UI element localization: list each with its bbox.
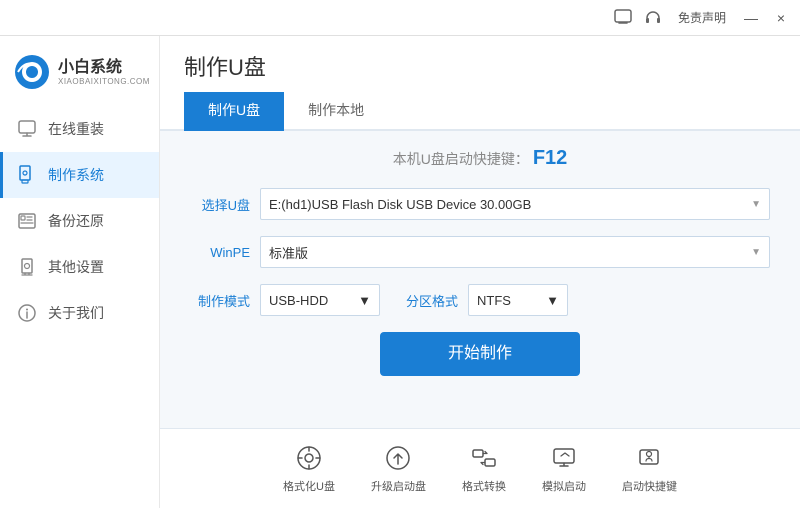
tab-make-local[interactable]: 制作本地 <box>284 92 388 131</box>
select-udisk-dropdown[interactable]: E:(hd1)USB Flash Disk USB Device 30.00GB… <box>260 188 770 220</box>
upgrade-boot-label: 升级启动盘 <box>371 478 426 494</box>
logo-name: 小白系统 <box>58 58 150 77</box>
sidebar: 小白系统 XIAOBAIXITONG.COM 在线重装 <box>0 36 160 508</box>
sidebar-item-about-us[interactable]: 关于我们 <box>0 290 159 336</box>
make-mode-value: USB-HDD <box>269 293 328 308</box>
select-udisk-label: 选择U盘 <box>190 195 250 214</box>
title-bar-icons: 免责声明 — × <box>612 7 792 29</box>
partition-arrow-icon: ▼ <box>546 293 559 308</box>
sidebar-label-backup-restore: 备份还原 <box>48 211 104 231</box>
sidebar-item-backup-restore[interactable]: 备份还原 <box>0 198 159 244</box>
select-udisk-row: 选择U盘 E:(hd1)USB Flash Disk USB Device 30… <box>190 188 770 220</box>
start-make-button[interactable]: 开始制作 <box>380 332 580 376</box>
close-btn[interactable]: × <box>770 7 792 29</box>
winpe-row: WinPE 标准版 ▼ <box>190 236 770 268</box>
tool-format-convert[interactable]: 格式转换 <box>462 443 506 494</box>
upgrade-boot-icon <box>383 443 413 473</box>
make-mode-dropdown[interactable]: USB-HDD ▼ <box>260 284 380 316</box>
format-convert-icon <box>469 443 499 473</box>
logo-sub: XIAOBAIXITONG.COM <box>58 77 150 86</box>
title-bar: 免责声明 — × <box>0 0 800 36</box>
tool-boot-shortcut[interactable]: 启动快捷键 <box>622 443 677 494</box>
partition-dropdown[interactable]: NTFS ▼ <box>468 284 568 316</box>
simulate-boot-icon <box>549 443 579 473</box>
tool-format-udisk[interactable]: 格式化U盘 <box>283 443 335 494</box>
page-title: 制作U盘 <box>184 50 776 82</box>
sidebar-label-make-system: 制作系统 <box>48 165 104 185</box>
winpe-value: 标准版 <box>269 243 308 262</box>
headset-icon[interactable] <box>642 7 664 29</box>
backup-restore-icon <box>16 210 38 232</box>
partition-value: NTFS <box>477 293 511 308</box>
tool-upgrade-boot[interactable]: 升级启动盘 <box>371 443 426 494</box>
shortcut-hint: 本机U盘启动快捷键：F12 <box>190 147 770 170</box>
simulate-boot-label: 模拟启动 <box>542 478 586 494</box>
make-system-icon <box>16 164 38 186</box>
about-us-icon <box>16 302 38 324</box>
shortcut-key: F12 <box>533 147 567 169</box>
sidebar-item-other-settings[interactable]: 其他设置 <box>0 244 159 290</box>
sidebar-label-about-us: 关于我们 <box>48 303 104 323</box>
sidebar-label-online-reinstall: 在线重装 <box>48 119 104 139</box>
logo-area: 小白系统 XIAOBAIXITONG.COM <box>0 46 159 106</box>
tab-make-udisk[interactable]: 制作U盘 <box>184 92 284 131</box>
partition-label: 分区格式 <box>406 291 458 310</box>
format-udisk-label: 格式化U盘 <box>283 478 335 494</box>
format-udisk-icon <box>294 443 324 473</box>
bottom-toolbar: 格式化U盘 升级启动盘 <box>160 428 800 508</box>
make-mode-label: 制作模式 <box>190 291 250 310</box>
minimize-btn[interactable]: — <box>740 7 762 29</box>
format-convert-label: 格式转换 <box>462 478 506 494</box>
sidebar-item-online-reinstall[interactable]: 在线重装 <box>0 106 159 152</box>
user-icon[interactable] <box>612 7 634 29</box>
content-header: 制作U盘 制作U盘 制作本地 <box>160 36 800 131</box>
logo-icon <box>14 54 50 90</box>
make-mode-arrow-icon: ▼ <box>358 293 371 308</box>
main-layout: 小白系统 XIAOBAIXITONG.COM 在线重装 <box>0 36 800 508</box>
content-area: 制作U盘 制作U盘 制作本地 本机U盘启动快捷键：F12 选择U盘 E:(hd1… <box>160 36 800 508</box>
select-udisk-value: E:(hd1)USB Flash Disk USB Device 30.00GB <box>269 197 531 212</box>
form-area: 本机U盘启动快捷键：F12 选择U盘 E:(hd1)USB Flash Disk… <box>160 131 800 428</box>
other-settings-icon <box>16 256 38 278</box>
winpe-label: WinPE <box>190 245 250 260</box>
online-reinstall-icon <box>16 118 38 140</box>
tool-simulate-boot[interactable]: 模拟启动 <box>542 443 586 494</box>
tabs: 制作U盘 制作本地 <box>184 92 776 129</box>
sidebar-label-other-settings: 其他设置 <box>48 257 104 277</box>
free-statement-btn[interactable]: 免责声明 <box>672 7 732 28</box>
winpe-dropdown[interactable]: 标准版 ▼ <box>260 236 770 268</box>
winpe-arrow-icon: ▼ <box>751 247 761 258</box>
boot-shortcut-icon <box>634 443 664 473</box>
select-udisk-arrow-icon: ▼ <box>751 199 761 210</box>
boot-shortcut-label: 启动快捷键 <box>622 478 677 494</box>
shortcut-prefix: 本机U盘启动快捷键： <box>393 151 529 167</box>
make-mode-row: 制作模式 USB-HDD ▼ 分区格式 NTFS ▼ <box>190 284 770 316</box>
sidebar-item-make-system[interactable]: 制作系统 <box>0 152 159 198</box>
